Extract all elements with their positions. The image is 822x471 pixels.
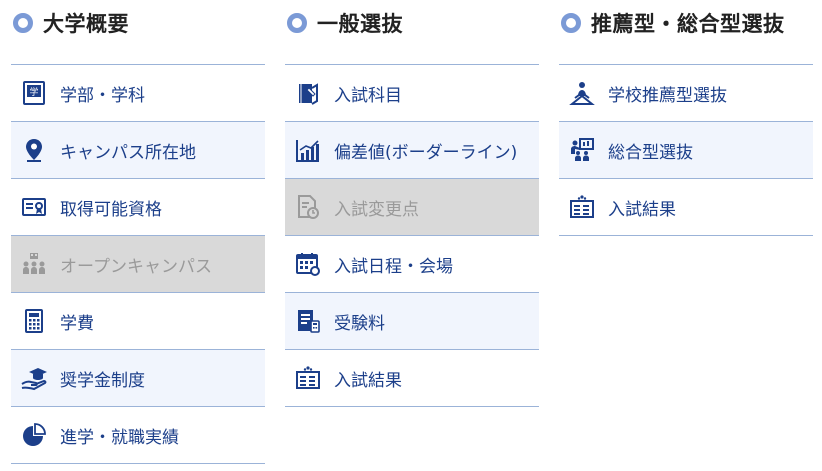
menu-item-label: キャンパス所在地: [60, 142, 196, 163]
open-campus-icon: [21, 251, 47, 277]
menu-item-label: 入試日程・会場: [334, 256, 453, 277]
menu-item-open-campus: オープンキャンパス: [11, 236, 265, 293]
results-board-icon: [295, 365, 321, 391]
menu-item-label: 進学・就職実績: [60, 427, 179, 448]
menu-item-deviation[interactable]: 偏差値(ボーダーライン): [285, 122, 539, 179]
menu-item-label: 取得可能資格: [60, 199, 162, 220]
menu-item-label: 入試変更点: [334, 199, 419, 220]
menu-item-campus-location[interactable]: キャンパス所在地: [11, 122, 265, 179]
menu-item-label: 入試結果: [334, 370, 402, 391]
recommendation-icon: [569, 80, 595, 106]
menu-item-label: 学部・学科: [60, 85, 145, 106]
section-heading: 大学概要: [11, 0, 265, 64]
bar-chart-icon: [295, 137, 321, 163]
pie-chart-icon: [21, 422, 47, 448]
calculator-icon: [21, 308, 47, 334]
menu-item-label: 偏差値(ボーダーライン): [334, 142, 518, 163]
section-heading: 一般選抜: [285, 0, 539, 64]
certificate-icon: [21, 194, 47, 220]
fee-document-icon: [295, 308, 321, 334]
heading-bullet-icon: [13, 13, 33, 33]
calendar-icon: [295, 251, 321, 277]
menu-list: 入試科目 偏差値(ボーダーライン) 入試変更点 入試日程・会場 受験料 入試結果: [285, 64, 539, 407]
menu-item-label: 学校推薦型選抜: [608, 85, 727, 106]
menu-item-label: 奨学金制度: [60, 370, 145, 391]
heading-bullet-icon: [561, 13, 581, 33]
menu-item-tuition[interactable]: 学費: [11, 293, 265, 350]
section-title: 一般選抜: [317, 12, 403, 36]
menu-item-results[interactable]: 入試結果: [559, 179, 813, 236]
menu-item-label: 入試科目: [334, 85, 402, 106]
menu-item-exam-fee[interactable]: 受験料: [285, 293, 539, 350]
menu-item-exam-subjects[interactable]: 入試科目: [285, 65, 539, 122]
results-board-icon: [569, 194, 595, 220]
section-title: 推薦型・総合型選抜: [591, 12, 785, 36]
menu-item-label: 総合型選抜: [608, 142, 693, 163]
svg-text:学: 学: [29, 86, 38, 98]
presentation-icon: [569, 137, 595, 163]
menu-item-school-recommendation[interactable]: 学校推薦型選抜: [559, 65, 813, 122]
exam-subject-icon: [295, 80, 321, 106]
heading-bullet-icon: [287, 13, 307, 33]
section-title: 大学概要: [43, 12, 129, 36]
menu-item-exam-results[interactable]: 入試結果: [285, 350, 539, 407]
location-pin-icon: [21, 137, 47, 163]
scholarship-icon: [21, 365, 47, 391]
faculty-book-icon: 学: [21, 80, 47, 106]
menu-item-faculty[interactable]: 学 学部・学科: [11, 65, 265, 122]
menu-item-exam-schedule[interactable]: 入試日程・会場: [285, 236, 539, 293]
menu-item-career-results[interactable]: 進学・就職実績: [11, 407, 265, 464]
menu-item-comprehensive[interactable]: 総合型選抜: [559, 122, 813, 179]
menu-item-label: オープンキャンパス: [60, 256, 212, 277]
menu-item-label: 受験料: [334, 313, 385, 334]
column-recommendation-selection: 推薦型・総合型選抜 学校推薦型選抜 総合型選抜 入試結果: [559, 0, 813, 236]
column-general-selection: 一般選抜 入試科目 偏差値(ボーダーライン) 入試変更点 入試日程・会場 受験料…: [285, 0, 539, 407]
menu-item-label: 学費: [60, 313, 94, 334]
menu-item-qualifications[interactable]: 取得可能資格: [11, 179, 265, 236]
document-change-icon: [295, 194, 321, 220]
menu-list: 学 学部・学科 キャンパス所在地 取得可能資格 オープンキャンパス 学費 奨学金…: [11, 64, 265, 464]
column-university-overview: 大学概要 学 学部・学科 キャンパス所在地 取得可能資格 オープンキャンパス 学…: [11, 0, 265, 464]
menu-list: 学校推薦型選抜 総合型選抜 入試結果: [559, 64, 813, 236]
section-heading: 推薦型・総合型選抜: [559, 0, 813, 64]
menu-item-label: 入試結果: [608, 199, 676, 220]
menu-item-scholarship[interactable]: 奨学金制度: [11, 350, 265, 407]
menu-item-exam-changes: 入試変更点: [285, 179, 539, 236]
